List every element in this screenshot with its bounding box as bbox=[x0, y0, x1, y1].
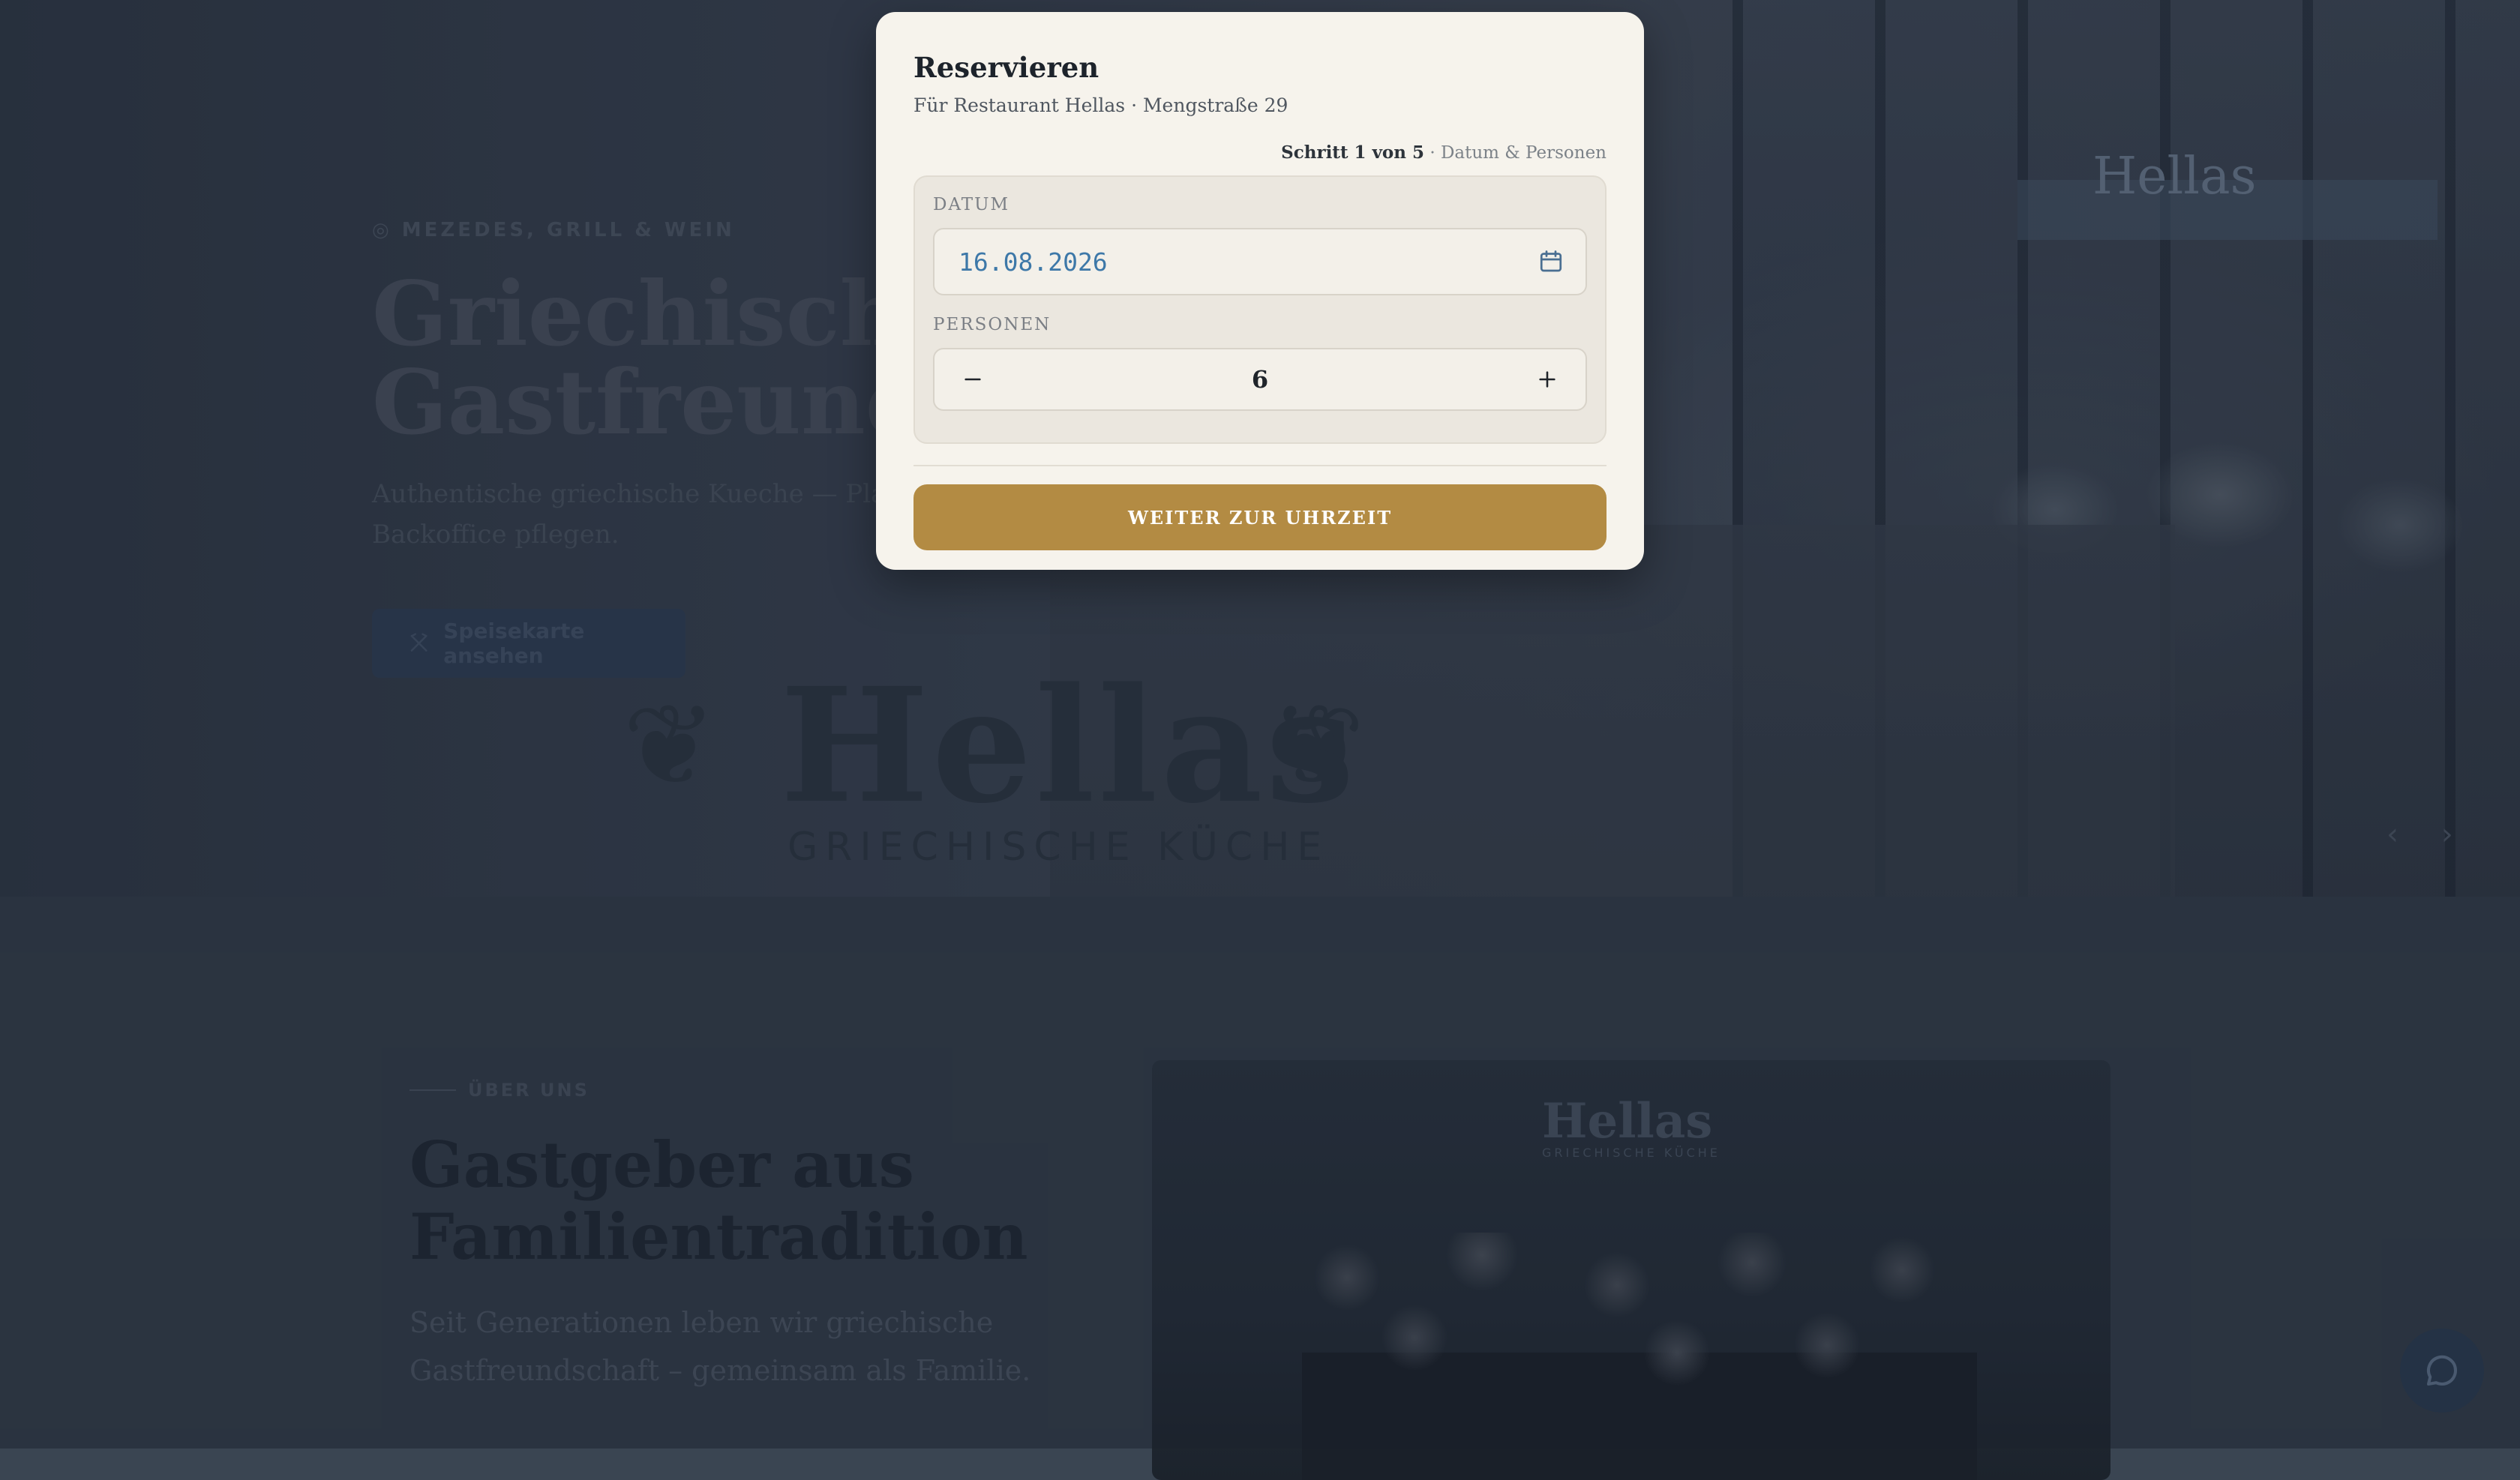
minus-icon bbox=[964, 378, 981, 381]
modal-title: Reservieren bbox=[914, 51, 1100, 84]
decrement-button[interactable] bbox=[952, 359, 993, 400]
date-value: 16.08.2026 bbox=[958, 247, 1108, 277]
modal-divider bbox=[914, 465, 1606, 466]
reservation-modal: Reservieren Für Restaurant Hellas · Meng… bbox=[876, 12, 1644, 570]
plus-icon bbox=[1539, 371, 1556, 388]
step-count: Schritt 1 von 5 bbox=[1281, 142, 1425, 163]
persons-value: 6 bbox=[1251, 365, 1269, 394]
increment-button[interactable] bbox=[1527, 359, 1568, 400]
date-label: DATUM bbox=[933, 195, 1010, 214]
persons-stepper: 6 bbox=[933, 348, 1587, 411]
continue-to-time-button[interactable]: WEITER ZUR UHRZEIT bbox=[914, 484, 1606, 550]
step-description: · Datum & Personen bbox=[1424, 143, 1606, 163]
chat-bubble-icon bbox=[2426, 1355, 2458, 1386]
persons-label: PERSONEN bbox=[933, 315, 1052, 334]
calendar-icon[interactable] bbox=[1538, 248, 1564, 275]
date-field[interactable]: 16.08.2026 bbox=[933, 228, 1587, 295]
modal-subtitle: Für Restaurant Hellas · Mengstraße 29 bbox=[914, 94, 1288, 116]
step-indicator: Schritt 1 von 5 · Datum & Personen bbox=[1281, 142, 1606, 163]
chat-button[interactable] bbox=[2400, 1329, 2484, 1413]
reservation-form: DATUM 16.08.2026 PERSONEN 6 bbox=[914, 175, 1606, 444]
